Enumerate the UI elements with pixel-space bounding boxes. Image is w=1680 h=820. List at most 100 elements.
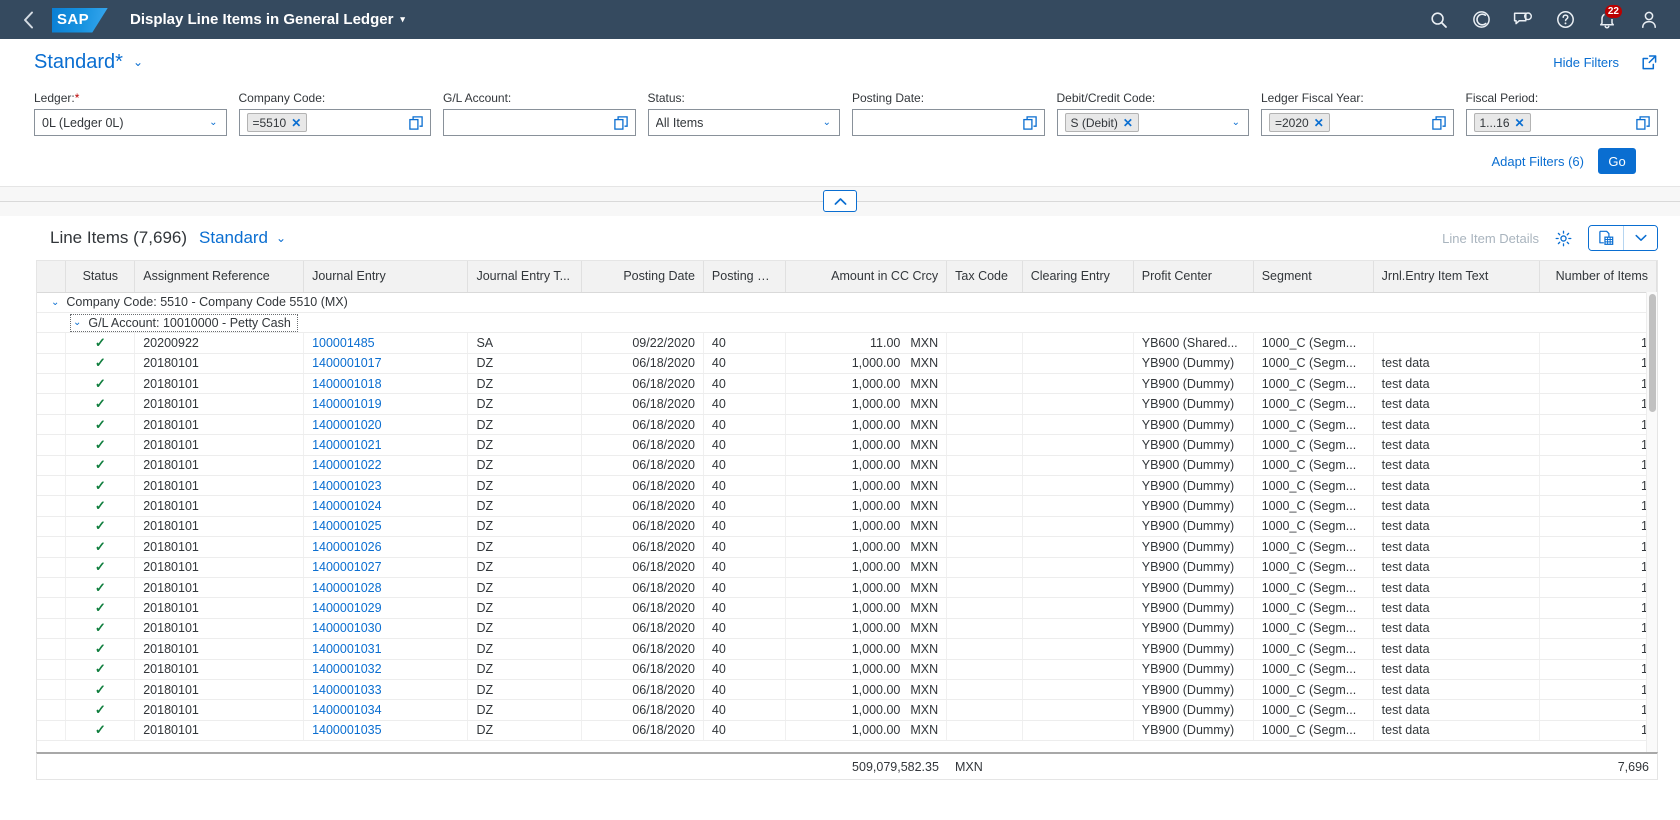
journal-entry-link[interactable]: 1400001019 — [312, 397, 382, 411]
table-variant-selector[interactable]: Standard ⌄ — [199, 228, 286, 248]
sap-logo[interactable]: SAP — [52, 6, 108, 34]
table-header-journal-entry-type[interactable]: Journal Entry T... — [467, 261, 582, 293]
journal-entry-link[interactable]: 1400001021 — [312, 438, 382, 452]
notifications-icon[interactable]: 22 — [1588, 3, 1626, 37]
cell-journal-entry[interactable]: 1400001023 — [303, 475, 469, 497]
table-row[interactable]: ✓ 20180101 1400001035 DZ 06/18/2020 40 1,000.0… — [37, 720, 1657, 742]
cell-journal-entry[interactable]: 1400001033 — [303, 679, 469, 701]
table-header-journal-entry[interactable]: Journal Entry — [303, 261, 469, 293]
gl-account-input[interactable] — [443, 109, 636, 136]
user-avatar-icon[interactable] — [1630, 3, 1668, 37]
table-header-profit-center[interactable]: Profit Center — [1133, 261, 1254, 293]
filter-token[interactable]: =2020 ✕ — [1269, 113, 1330, 132]
table-header-clearing-entry[interactable]: Clearing Entry — [1022, 261, 1134, 293]
table-row[interactable]: ✓ 20180101 1400001031 DZ 06/18/2020 40 1,000.0… — [37, 638, 1657, 660]
table-header-tax-code[interactable]: Tax Code — [946, 261, 1023, 293]
table-row[interactable]: ✓ 20180101 1400001020 DZ 06/18/2020 40 1,000.0… — [37, 414, 1657, 436]
table-row[interactable]: ✓ 20180101 1400001024 DZ 06/18/2020 40 1,000.0… — [37, 495, 1657, 517]
table-row[interactable]: ✓ 20180101 1400001032 DZ 06/18/2020 40 1,000.0… — [37, 659, 1657, 680]
cell-journal-entry[interactable]: 1400001034 — [303, 699, 469, 721]
table-row[interactable]: ✓ 20200922 100001485 SA 09/22/2020 40 11.00 MXN… — [37, 332, 1657, 354]
cell-journal-entry[interactable]: 1400001032 — [303, 659, 469, 680]
journal-entry-link[interactable]: 1400001023 — [312, 479, 382, 493]
cell-journal-entry[interactable]: 1400001026 — [303, 536, 469, 558]
table-row[interactable]: ✓ 20180101 1400001021 DZ 06/18/2020 40 1,000.0… — [37, 434, 1657, 456]
close-icon[interactable]: ✕ — [1515, 116, 1525, 130]
debit-credit-code-input[interactable]: S (Debit) ✕ ⌄ — [1056, 109, 1249, 136]
close-icon[interactable]: ✕ — [1314, 116, 1324, 130]
chevron-down-icon[interactable]: ⌄ — [1228, 117, 1244, 128]
chevron-down-icon[interactable]: ⌄ — [205, 117, 221, 128]
cell-journal-entry[interactable]: 1400001019 — [303, 393, 469, 415]
search-icon[interactable] — [1420, 3, 1458, 37]
journal-entry-link[interactable]: 1400001020 — [312, 418, 382, 432]
group-focus-wrapper[interactable]: ⌄ G/L Account: 10010000 - Petty Cash — [70, 313, 298, 332]
chevron-down-icon[interactable] — [1623, 226, 1657, 250]
adapt-filters-button[interactable]: Adapt Filters (6) — [1492, 154, 1584, 169]
table-row[interactable]: ✓ 20180101 1400001025 DZ 06/18/2020 40 1,000.0… — [37, 516, 1657, 538]
cell-journal-entry[interactable]: 1400001018 — [303, 373, 469, 395]
variant-selector[interactable]: Standard* ⌄ — [34, 51, 143, 74]
journal-entry-link[interactable]: 100001485 — [312, 336, 375, 350]
table-row[interactable]: ✓ 20180101 1400001019 DZ 06/18/2020 40 1,000.0… — [37, 393, 1657, 415]
journal-entry-link[interactable]: 1400001024 — [312, 499, 382, 513]
table-row[interactable]: ✓ 20180101 1400001017 DZ 06/18/2020 40 1,000.0… — [37, 353, 1657, 375]
table-row[interactable]: ✓ 20180101 1400001022 DZ 06/18/2020 40 1,000.0… — [37, 455, 1657, 477]
cell-journal-entry[interactable]: 1400001022 — [303, 455, 469, 477]
cell-journal-entry[interactable]: 1400001025 — [303, 516, 469, 538]
chevron-down-icon[interactable]: ⌄ — [51, 297, 59, 308]
cell-journal-entry[interactable]: 100001485 — [303, 332, 469, 354]
table-row[interactable]: ✓ 20180101 1400001018 DZ 06/18/2020 40 1,000.0… — [37, 373, 1657, 395]
table-row[interactable]: ✓ 20180101 1400001033 DZ 06/18/2020 40 1,000.0… — [37, 679, 1657, 701]
journal-entry-link[interactable]: 1400001018 — [312, 377, 382, 391]
table-header-amount-in-cc-crcy[interactable]: Amount in CC Crcy — [785, 261, 948, 293]
posting-date-input[interactable] — [852, 109, 1045, 136]
value-help-icon[interactable] — [1633, 115, 1653, 130]
journal-entry-link[interactable]: 1400001034 — [312, 703, 382, 717]
copilot-icon[interactable] — [1462, 3, 1500, 37]
navigate-back-icon[interactable] — [12, 5, 44, 35]
table-header-jrnl-entry-item-text[interactable]: Jrnl.Entry Item Text — [1373, 261, 1541, 293]
filter-token[interactable]: =5510 ✕ — [246, 113, 308, 132]
cell-journal-entry[interactable]: 1400001021 — [303, 434, 469, 456]
table-header-segment[interactable]: Segment — [1253, 261, 1374, 293]
table-header-status[interactable]: Status — [65, 261, 136, 293]
cell-journal-entry[interactable]: 1400001028 — [303, 577, 469, 599]
cell-journal-entry[interactable]: 1400001027 — [303, 557, 469, 578]
journal-entry-link[interactable]: 1400001033 — [312, 683, 382, 697]
journal-entry-link[interactable]: 1400001032 — [312, 662, 382, 676]
group-row-company-code[interactable]: ⌄ Company Code: 5510 - Company Code 5510… — [37, 292, 1657, 313]
table-row[interactable]: ✓ 20180101 1400001023 DZ 06/18/2020 40 1,000.0… — [37, 475, 1657, 497]
close-icon[interactable]: ✕ — [1123, 116, 1133, 130]
table-row[interactable]: ✓ 20180101 1400001026 DZ 06/18/2020 40 1,000.0… — [37, 536, 1657, 558]
table-vertical-scrollbar[interactable] — [1646, 292, 1657, 752]
cell-journal-entry[interactable]: 1400001035 — [303, 720, 469, 742]
journal-entry-link[interactable]: 1400001017 — [312, 356, 382, 370]
notes-icon[interactable] — [1504, 3, 1542, 37]
status-select[interactable]: All Items ⌄ — [647, 109, 840, 136]
share-icon[interactable] — [1641, 54, 1658, 71]
table-header-number-of-items[interactable]: Number of Items — [1539, 261, 1657, 293]
journal-entry-link[interactable]: 1400001026 — [312, 540, 382, 554]
table-row[interactable]: ✓ 20180101 1400001028 DZ 06/18/2020 40 1,000.0… — [37, 577, 1657, 599]
export-to-spreadsheet-icon[interactable] — [1589, 226, 1623, 250]
table-header-posting-date[interactable]: Posting Date — [581, 261, 704, 293]
company-code-input[interactable]: =5510 ✕ — [238, 109, 431, 136]
cell-journal-entry[interactable]: 1400001017 — [303, 353, 469, 375]
cell-journal-entry[interactable]: 1400001020 — [303, 414, 469, 436]
value-help-icon[interactable] — [1020, 115, 1040, 130]
ledger-select[interactable]: 0L (Ledger 0L) ⌄ — [34, 109, 227, 136]
value-help-icon[interactable] — [406, 115, 426, 130]
ledger-fiscal-year-input[interactable]: =2020 ✕ — [1261, 109, 1454, 136]
fiscal-period-input[interactable]: 1...16 ✕ — [1465, 109, 1658, 136]
app-title[interactable]: Display Line Items in General Ledger ▾ — [130, 11, 405, 28]
chevron-down-icon[interactable]: ⌄ — [73, 317, 81, 328]
journal-entry-link[interactable]: 1400001029 — [312, 601, 382, 615]
table-row[interactable]: ✓ 20180101 1400001030 DZ 06/18/2020 40 1,000.0… — [37, 618, 1657, 640]
value-help-icon[interactable] — [1429, 115, 1449, 130]
value-help-icon[interactable] — [611, 115, 631, 130]
cell-journal-entry[interactable]: 1400001031 — [303, 638, 469, 660]
table-header-posting-key[interactable]: Posting Key — [703, 261, 787, 293]
journal-entry-link[interactable]: 1400001031 — [312, 642, 382, 656]
table-row[interactable]: ✓ 20180101 1400001034 DZ 06/18/2020 40 1,000.0… — [37, 699, 1657, 721]
